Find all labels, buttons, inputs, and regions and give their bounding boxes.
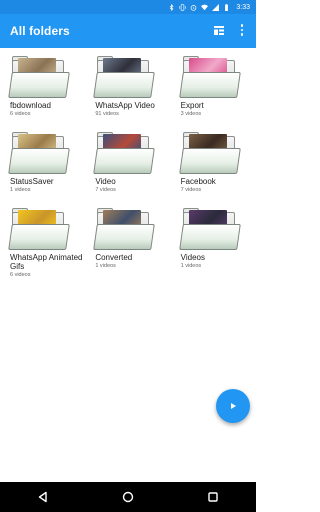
folder-icon [8,130,70,176]
folder-video-count: 7 videos [180,187,202,193]
folder-name: Converted [95,253,133,262]
folder-video-count: 1 videos [180,263,202,269]
signal-icon [212,3,220,11]
folder-video-count: 1 videos [10,187,31,193]
app-bar: All folders [0,14,256,48]
folder-item[interactable]: StatusSaver 1 videos [0,128,85,204]
folder-name: WhatsApp Video [95,101,155,110]
folder-icon [8,206,70,252]
folder-name: Export [180,101,204,110]
folder-name: Video [95,177,116,186]
folder-video-count: 1 videos [95,263,116,269]
battery-icon [225,3,229,11]
back-button[interactable] [33,487,53,507]
folder-item[interactable]: Video 7 videos [85,128,170,204]
folder-name: WhatsApp Animated Gifs [10,253,83,271]
folder-video-count: 6 videos [10,272,31,278]
page-title: All folders [10,24,70,38]
vibrate-icon [179,3,186,11]
folder-item[interactable]: WhatsApp Animated Gifs 6 videos [0,204,85,280]
folder-icon [178,130,241,176]
status-bar: 3:33 [0,0,256,14]
folder-video-count: 7 videos [95,187,116,193]
folder-name: StatusSaver [10,177,54,186]
folder-icon [93,206,156,252]
folder-icon [93,130,156,176]
folder-video-count: 91 videos [95,111,119,117]
folder-item[interactable]: Facebook 7 videos [171,128,256,204]
status-time: 3:33 [236,3,250,11]
wifi-icon [201,4,209,10]
folder-item[interactable]: fbdownload 6 videos [0,52,85,128]
folder-item[interactable]: Videos 1 videos [171,204,256,280]
recents-button[interactable] [203,487,223,507]
folder-item[interactable]: Converted 1 videos [85,204,170,280]
folder-item[interactable]: Export 3 videos [171,52,256,128]
back-icon [38,491,47,503]
folder-video-count: 6 videos [10,111,31,117]
folder-video-count: 3 videos [180,111,202,117]
folder-icon [178,54,241,100]
alarm-icon [191,4,197,11]
screen: 3:33 All folders fbdownload 6 videos Whats… [0,0,256,512]
play-icon [231,403,236,409]
home-icon [122,491,134,503]
bluetooth-icon [170,3,174,11]
recents-icon [208,492,219,502]
nav-bar [0,482,256,512]
home-button[interactable] [118,487,138,507]
grid-view-icon[interactable] [214,26,224,35]
folder-icon [8,54,70,100]
more-vert-icon[interactable] [236,23,248,37]
folder-icon [178,206,241,252]
play-button[interactable] [216,389,250,423]
folder-icon [93,54,156,100]
folder-grid: fbdownload 6 videos WhatsApp Video 91 video… [0,52,256,280]
folder-item[interactable]: WhatsApp Video 91 videos [85,52,170,128]
folder-name: Facebook [180,177,216,186]
folder-name: Videos [180,253,205,262]
folder-name: fbdownload [10,101,51,110]
